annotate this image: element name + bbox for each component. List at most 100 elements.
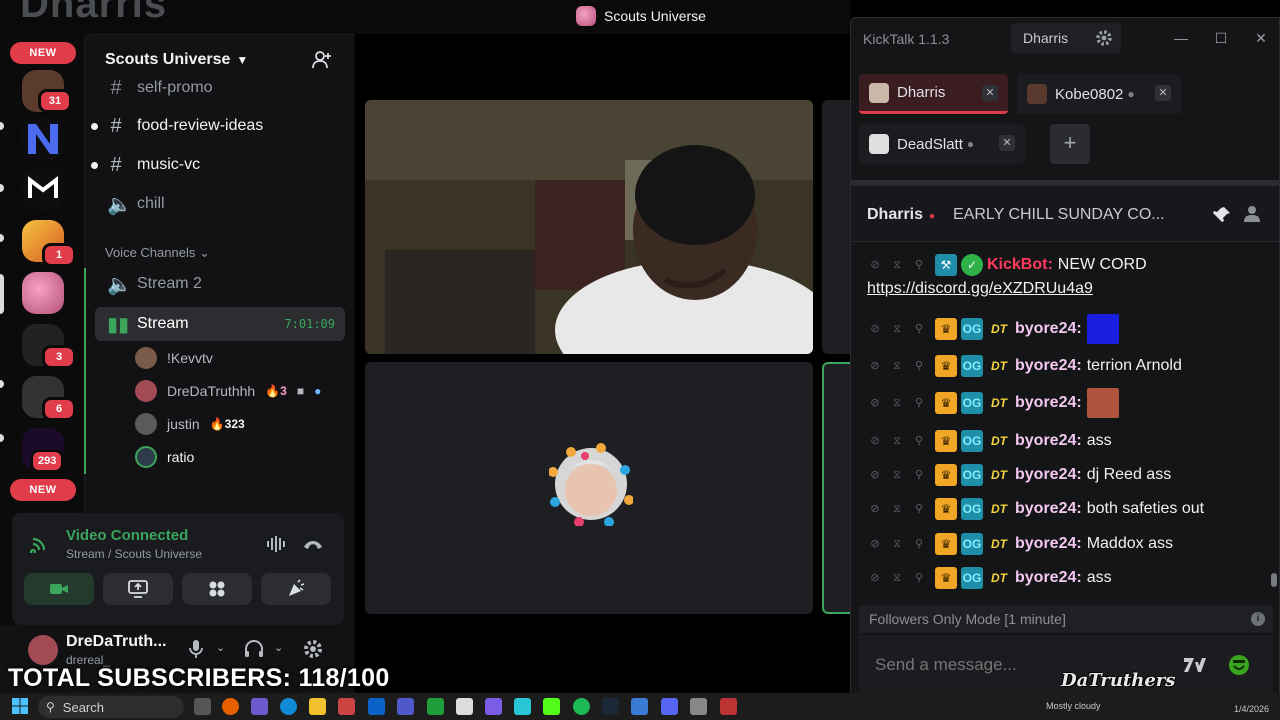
chat-username[interactable]: byore24:	[1015, 466, 1082, 484]
teams-icon[interactable]	[397, 698, 414, 715]
channel-self-promo[interactable]: # self-promo	[95, 71, 345, 105]
chat-scrollbar[interactable]	[1271, 573, 1277, 587]
firefox-icon[interactable]	[222, 698, 239, 715]
app-icon[interactable]	[514, 698, 531, 715]
microphone-icon[interactable]	[188, 639, 204, 659]
voice-location[interactable]: Stream / Scouts Universe	[66, 547, 202, 561]
noise-suppression-icon[interactable]	[266, 535, 288, 553]
taskbar-search[interactable]: ⚲ Search	[38, 696, 184, 718]
voice-channels-category[interactable]: Voice Channels ⌄	[105, 245, 210, 261]
ban-icon[interactable]: ⊘	[867, 570, 883, 586]
chat-username[interactable]: byore24:	[1015, 320, 1082, 338]
chat-username[interactable]: byore24:	[1015, 569, 1082, 587]
ban-icon[interactable]: ⊘	[867, 358, 883, 374]
voice-status[interactable]: Video Connected	[66, 527, 188, 544]
ban-icon[interactable]: ⊘	[867, 433, 883, 449]
tab-deadslatt[interactable]: DeadSlatt ● ✕	[859, 124, 1025, 164]
weather-widget[interactable]: Mostly cloudy	[1046, 701, 1101, 711]
steam-icon[interactable]	[602, 698, 619, 715]
chat-message[interactable]: ⊘ ⧖ ⚲ ♛ OG DT byore24: Maddox ass	[867, 533, 1267, 555]
pin-icon[interactable]: ⚲	[911, 570, 927, 586]
7tv-emotes-button[interactable]	[1181, 651, 1209, 679]
headphones-icon[interactable]	[244, 639, 264, 659]
close-tab-icon[interactable]: ✕	[999, 135, 1015, 151]
task-view-icon[interactable]	[194, 698, 211, 715]
new-badge[interactable]: NEW	[10, 42, 76, 64]
user-display-name[interactable]: DreDaTruth...	[66, 633, 166, 651]
channel-music-vc[interactable]: # music-vc	[91, 148, 345, 182]
tab-dharris[interactable]: Dharris ✕	[859, 74, 1008, 114]
settings-icon[interactable]	[690, 698, 707, 715]
timeout-icon[interactable]: ⧖	[889, 358, 905, 374]
video-tile-participant[interactable]	[365, 362, 813, 614]
pin-icon[interactable]: ⚲	[911, 536, 927, 552]
edge-icon[interactable]	[280, 698, 297, 715]
notepad-icon[interactable]	[456, 698, 473, 715]
close-icon[interactable]: ✕	[1251, 28, 1271, 48]
user-icon[interactable]	[1243, 205, 1261, 223]
pin-icon[interactable]: ⚲	[911, 358, 927, 374]
ban-icon[interactable]: ⊘	[867, 257, 883, 273]
timeout-icon[interactable]: ⧖	[889, 395, 905, 411]
kick-icon[interactable]	[543, 698, 560, 715]
app-icon[interactable]	[485, 698, 502, 715]
chat-message[interactable]: ⊘ ⧖ ⚲ ♛ OG DT byore24:	[867, 314, 1267, 344]
chat-message[interactable]: ⊘ ⧖ ⚲ ♛ OG DT byore24: ass	[867, 567, 1267, 589]
timeout-icon[interactable]: ⧖	[889, 433, 905, 449]
chat-message[interactable]: ⊘ ⧖ ⚲ ♛ OG DT byore24: both safeties out	[867, 498, 1267, 520]
pin-icon[interactable]: ⚲	[911, 395, 927, 411]
new-badge[interactable]: NEW	[10, 479, 76, 501]
channel-food-review-ideas[interactable]: # food-review-ideas	[91, 109, 345, 143]
windows-start-icon[interactable]	[12, 698, 28, 714]
voice-channel-stream[interactable]: ▮▮ Stream 7:01:09	[95, 307, 345, 341]
video-tile-offscreen[interactable]	[822, 100, 850, 354]
xbox-icon[interactable]	[427, 698, 444, 715]
tab-kobe0802[interactable]: Kobe0802 ● ✕	[1017, 74, 1181, 114]
voice-user[interactable]: DreDaTruthhh 🔥3 ■ ●	[135, 377, 321, 405]
chat-message[interactable]: ⊘ ⧖ ⚲ ♛ OG DT byore24: ass	[867, 430, 1267, 452]
server-icon-scouts[interactable]	[22, 272, 64, 314]
chat-username[interactable]: byore24:	[1015, 432, 1082, 450]
file-explorer-icon[interactable]	[309, 698, 326, 715]
chat-link[interactable]: https://discord.gg/eXZDRUu4a9	[867, 280, 1093, 298]
timeout-icon[interactable]: ⧖	[889, 257, 905, 273]
chat-message[interactable]: ⊘ ⧖ ⚲ ♛ OG DT byore24: dj Reed ass	[867, 464, 1267, 486]
ban-icon[interactable]: ⊘	[867, 501, 883, 517]
obs-icon[interactable]	[720, 698, 737, 715]
ban-icon[interactable]: ⊘	[867, 536, 883, 552]
chevron-down-icon[interactable]: ⌄	[216, 641, 225, 654]
server-icon-m[interactable]	[22, 168, 64, 210]
voice-user[interactable]: ratio	[135, 443, 194, 471]
add-member-icon[interactable]	[312, 50, 332, 70]
timeout-icon[interactable]: ⧖	[889, 467, 905, 483]
app-icon[interactable]	[631, 698, 648, 715]
chat-username[interactable]: byore24:	[1015, 357, 1082, 375]
gear-icon[interactable]	[1095, 29, 1113, 47]
timeout-icon[interactable]: ⧖	[889, 321, 905, 337]
disconnect-icon[interactable]	[302, 537, 324, 551]
timeout-icon[interactable]: ⧖	[889, 501, 905, 517]
pin-icon[interactable]	[1213, 206, 1231, 224]
minimize-icon[interactable]: —	[1171, 28, 1191, 48]
chat-message[interactable]: ⊘ ⧖ ⚲ ♛ OG DT byore24: terrion Arnold	[867, 355, 1267, 377]
app-icon[interactable]	[338, 698, 355, 715]
copilot-icon[interactable]	[251, 698, 268, 715]
info-icon[interactable]: i	[1251, 612, 1265, 626]
pin-icon[interactable]: ⚲	[911, 321, 927, 337]
screen-share-button[interactable]	[103, 573, 173, 605]
chat-message[interactable]: ⊘ ⧖ ⚲ ⚒ ✓ KickBot: NEW CORD	[867, 254, 1267, 276]
channel-chill[interactable]: 🔈 chill	[95, 187, 345, 221]
voice-channel-stream-2[interactable]: 🔈 Stream 2	[95, 267, 345, 301]
chat-username[interactable]: byore24:	[1015, 394, 1082, 412]
timeout-icon[interactable]: ⧖	[889, 570, 905, 586]
activities-button[interactable]	[182, 573, 252, 605]
gear-icon[interactable]	[303, 639, 323, 659]
voice-user[interactable]: justin 🔥323	[135, 410, 245, 438]
close-tab-icon[interactable]: ✕	[1155, 85, 1171, 101]
signal-icon[interactable]	[30, 533, 50, 553]
video-tile-streamer[interactable]	[365, 100, 813, 354]
pin-icon[interactable]: ⚲	[911, 433, 927, 449]
kick-emotes-button[interactable]	[1225, 651, 1253, 679]
chat-message[interactable]: ⊘ ⧖ ⚲ ♛ OG DT byore24:	[867, 388, 1267, 418]
chat-username[interactable]: byore24:	[1015, 500, 1082, 518]
